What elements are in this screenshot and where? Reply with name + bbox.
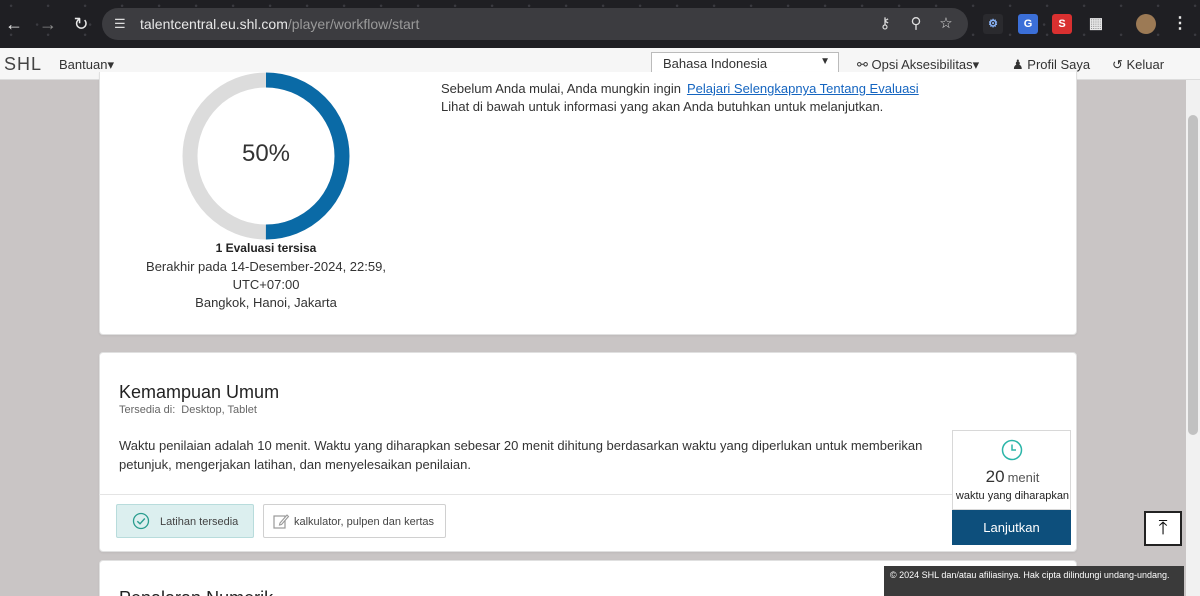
- accessibility-icon: ⚯: [857, 57, 872, 72]
- logout-icon: ↺: [1112, 57, 1127, 72]
- availability: Tersedia di: Desktop, Tablet: [119, 404, 257, 416]
- expected-minutes: 20 menit: [985, 467, 1040, 486]
- help-menu[interactable]: Bantuan▾: [59, 57, 114, 73]
- shl-logo: SHL: [4, 54, 43, 74]
- extensions-puzzle-icon[interactable]: ▦: [1086, 14, 1106, 34]
- clock-icon: [1001, 439, 1023, 461]
- back-icon[interactable]: ←: [2, 12, 26, 36]
- next-assessment-title: Penalaran Numerik: [119, 588, 273, 596]
- zoom-icon[interactable]: ⚲: [907, 15, 925, 33]
- practice-available-badge: Latihan tersedia: [116, 504, 254, 538]
- logout-link[interactable]: ↺ Keluar: [1112, 57, 1164, 73]
- progress-percent: 50%: [241, 140, 291, 167]
- profile-link[interactable]: ♟ Profil Saya: [1012, 57, 1090, 73]
- assessment-description-2: petunjuk, mengerjakan latihan, dan menye…: [119, 457, 471, 472]
- accessibility-menu[interactable]: ⚯ Opsi Aksesibilitas▾: [857, 57, 979, 73]
- assessment-title: Kemampuan Umum: [119, 382, 280, 402]
- scroll-top-icon[interactable]: ⤒: [1144, 511, 1182, 546]
- chevron-down-icon: ▼: [820, 56, 830, 67]
- check-circle-icon: [132, 512, 150, 530]
- remaining-count: 1 Evaluasi tersisa: [215, 241, 317, 255]
- translate-extension-icon[interactable]: G: [1018, 14, 1038, 34]
- key-icon[interactable]: ⚷: [876, 15, 894, 33]
- learn-more-link[interactable]: Pelajari Selengkapnya Tentang Evaluasi: [687, 81, 919, 96]
- assessment-description: Waktu penilaian adalah 10 menit. Waktu y…: [119, 438, 923, 453]
- deadline-timezone: UTC+07:00: [232, 277, 300, 292]
- site-settings-icon[interactable]: ☰: [114, 15, 132, 33]
- deadline-date: Berakhir pada 14-Desember-2024, 22:59,: [146, 259, 386, 274]
- materials-badge: kalkulator, pulpen dan kertas: [263, 504, 446, 538]
- copyright-footer: © 2024 SHL dan/atau afiliasinya. Hak cip…: [884, 566, 1184, 596]
- user-icon: ♟: [1012, 57, 1028, 72]
- expected-time-label: waktu yang diharapkan: [955, 490, 1070, 502]
- expected-time-box: 20 menit waktu yang diharapkan: [952, 430, 1071, 510]
- extension-red-icon[interactable]: S: [1052, 14, 1072, 34]
- scrollbar-thumb[interactable]: [1188, 115, 1198, 435]
- bookmark-star-icon[interactable]: ☆: [937, 15, 955, 33]
- continue-button[interactable]: Lanjutkan: [952, 510, 1071, 545]
- avatar[interactable]: [1136, 14, 1156, 34]
- divider: [99, 494, 952, 495]
- forward-icon[interactable]: →: [36, 12, 60, 36]
- intro-line: Sebelum Anda mulai, Anda mungkin ingin Pe…: [441, 81, 919, 96]
- deadline-city: Bangkok, Hanoi, Jakarta: [195, 295, 337, 310]
- menu-kebab-icon[interactable]: ⋮: [1170, 14, 1190, 34]
- url-text[interactable]: talentcentral.eu.shl.com/player/workflow…: [140, 16, 419, 32]
- reload-icon[interactable]: ↻: [69, 12, 93, 36]
- intro-info: Lihat di bawah untuk informasi yang akan…: [441, 99, 884, 114]
- extension-icon[interactable]: ⚙: [983, 14, 1003, 34]
- address-bar[interactable]: ☰ talentcentral.eu.shl.com/player/workfl…: [102, 8, 968, 40]
- edit-icon: [273, 514, 290, 529]
- browser-toolbar: ← → ↻ ☰ talentcentral.eu.shl.com/player/…: [0, 0, 1200, 48]
